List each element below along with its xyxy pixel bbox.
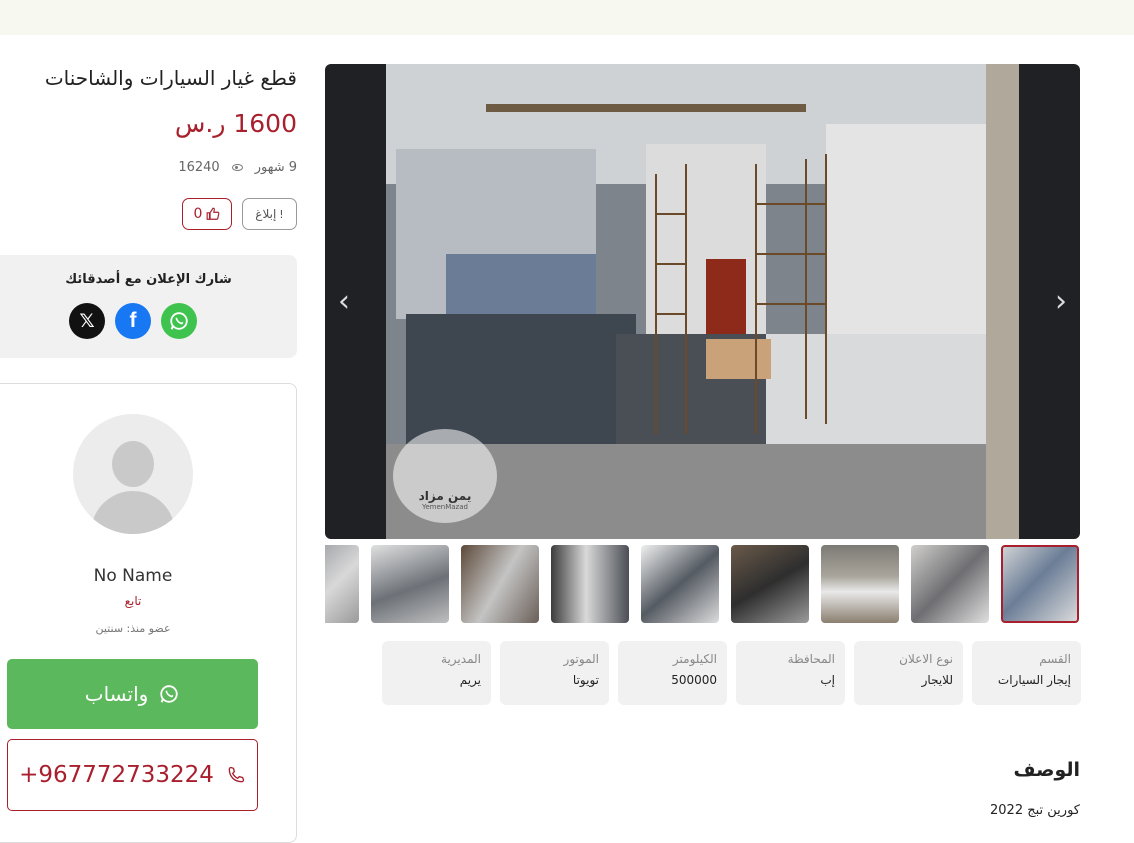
share-panel: شارك الإعلان مع أصدقائك 𝕏 f [0,255,297,358]
thumbnail[interactable] [461,545,539,623]
watermark-logo: يمن مزاد YemenMazad [393,429,497,523]
thumbnail[interactable] [551,545,629,623]
whatsapp-label: واتساب [84,682,149,706]
spec-governorate: المحافظة إب [736,641,845,705]
spec-section: القسم إيجار السيارات [972,641,1081,705]
watermark-english: YemenMazad [422,503,468,511]
whatsapp-icon [160,685,178,703]
whatsapp-button[interactable]: واتساب [7,659,258,729]
description-title: الوصف [1013,759,1080,781]
follow-link[interactable]: تابع [33,594,233,608]
spec-value: إيجار السيارات [997,673,1071,687]
report-button[interactable]: ! إبلاغ [242,198,297,230]
spec-label: القسم [1039,652,1071,666]
spec-district: المديرية يريم [382,641,491,705]
facebook-icon[interactable]: f [115,303,151,339]
like-button[interactable]: 0 [182,198,232,230]
listing-age: 9 شهور [254,160,297,175]
thumbnail-active[interactable] [1001,545,1079,623]
thumbnail[interactable] [911,545,989,623]
spec-value: 500000 [671,673,717,687]
thumbnail[interactable] [821,545,899,623]
avatar [73,414,193,534]
thumbnail-strip [325,545,1080,624]
top-bar [0,0,1134,35]
phone-icon [228,766,245,783]
spec-label: المحافظة [787,652,835,666]
phone-number: +967772733224 [19,762,214,788]
spec-label: المديرية [441,652,481,666]
thumbnail[interactable] [731,545,809,623]
listing-title: قطع غيار السيارات والشاحنات [44,66,297,90]
spec-value: تويوتا [572,673,599,687]
listing-views: 16240 [178,160,220,175]
phone-button[interactable]: +967772733224 [7,739,258,811]
thumbnail[interactable] [325,545,359,623]
share-title: شارك الإعلان مع أصدقائك [65,272,232,287]
spec-value: إب [820,673,835,687]
image-gallery: يمن مزاد YemenMazad ‹ › [325,64,1080,539]
spec-value: يريم [459,673,481,687]
spec-value: للايجار [921,673,953,687]
listing-meta: 9 شهور 16240 [178,160,297,175]
warning-icon: ! [279,207,284,221]
chevron-left-icon[interactable]: ‹ [329,284,359,319]
member-since: عضو منذ: سنتين [95,622,171,635]
like-count: 0 [193,206,203,222]
spec-label: الكيلومتر [672,652,717,666]
thumbs-up-icon [207,207,220,220]
whatsapp-icon[interactable] [161,303,197,339]
listing-price: 1600 ر.س [174,109,297,138]
chevron-right-icon[interactable]: › [1046,284,1076,319]
spec-label: الموتور [563,652,599,666]
eye-icon [231,164,243,171]
main-photo[interactable]: يمن مزاد YemenMazad [386,64,1019,539]
seller-name: No Name [93,566,173,586]
watermark-arabic: يمن مزاد [418,489,472,503]
spec-kilometers: الكيلومتر 500000 [618,641,727,705]
description-text: كورين تبج 2022 [990,803,1080,818]
spec-ad-type: نوع الاعلان للايجار [854,641,963,705]
report-label: إبلاغ [255,207,277,221]
thumbnail[interactable] [641,545,719,623]
x-icon[interactable]: 𝕏 [69,303,105,339]
thumbnail[interactable] [371,545,449,623]
spec-engine: الموتور تويوتا [500,641,609,705]
spec-label: نوع الاعلان [899,652,953,666]
